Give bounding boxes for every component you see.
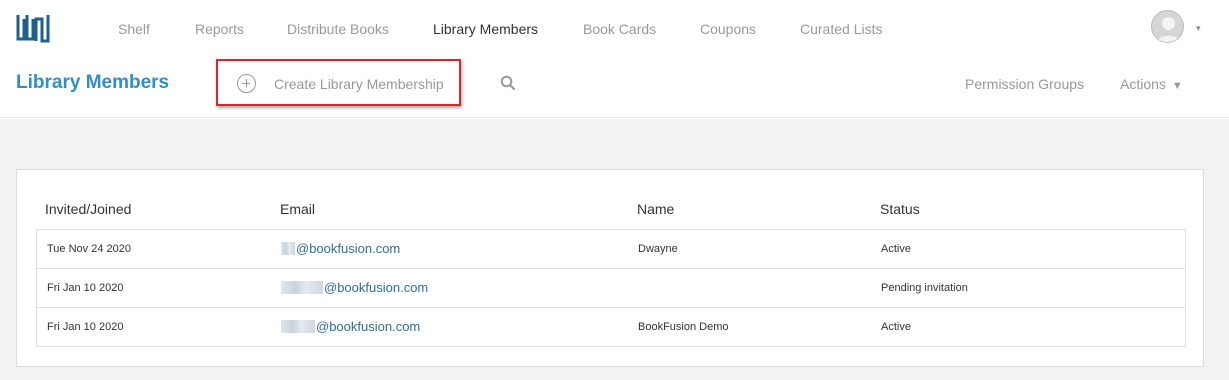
page-header: Library Members Create Library Membershi… — [0, 58, 1229, 118]
table-row[interactable]: Tue Nov 24 2020 @bookfusion.com Dwayne A… — [37, 230, 1185, 269]
members-table-card: Invited/Joined Email Name Status Tue Nov… — [16, 169, 1204, 367]
nav-coupons[interactable]: Coupons — [700, 0, 756, 58]
member-status: Active — [881, 243, 911, 255]
nav-reports[interactable]: Reports — [195, 0, 244, 58]
table-row[interactable]: Fri Jan 10 2020 @bookfusion.com BookFusi… — [37, 308, 1185, 347]
column-header-name: Name — [637, 201, 675, 217]
nav-book-cards[interactable]: Book Cards — [583, 0, 656, 58]
bookfusion-logo[interactable] — [15, 11, 51, 47]
caret-down-icon: ▼ — [1171, 80, 1183, 92]
plus-circle-icon — [237, 74, 256, 93]
invited-date: Fri Jan 10 2020 — [47, 282, 124, 294]
page-title: Library Members — [16, 72, 170, 93]
member-email[interactable]: @bookfusion.com — [281, 240, 400, 257]
redacted-email-blur — [281, 281, 323, 294]
member-email[interactable]: @bookfusion.com — [281, 279, 428, 296]
member-status: Active — [881, 321, 911, 333]
nav-distribute-books[interactable]: Distribute Books — [287, 0, 389, 58]
invited-date: Tue Nov 24 2020 — [47, 243, 131, 255]
table-row[interactable]: Fri Jan 10 2020 @bookfusion.com Pending … — [37, 269, 1185, 308]
redacted-email-blur — [281, 242, 295, 255]
create-library-membership-label: Create Library Membership — [274, 76, 444, 92]
column-header-email: Email — [280, 201, 316, 217]
member-email[interactable]: @bookfusion.com — [281, 318, 420, 335]
actions-dropdown[interactable]: Actions ▼ — [1120, 75, 1183, 95]
user-avatar-icon[interactable] — [1151, 10, 1184, 43]
column-header-invited-joined: Invited/Joined — [45, 201, 132, 217]
members-table-body: Tue Nov 24 2020 @bookfusion.com Dwayne A… — [36, 229, 1186, 347]
nav-curated-lists[interactable]: Curated Lists — [800, 0, 882, 58]
member-status: Pending invitation — [881, 282, 968, 294]
member-name: Dwayne — [638, 243, 678, 255]
user-menu-caret-icon[interactable]: ▾ — [1196, 20, 1201, 36]
invited-date: Fri Jan 10 2020 — [47, 321, 124, 333]
nav-shelf[interactable]: Shelf — [118, 0, 150, 58]
member-name: BookFusion Demo — [638, 321, 729, 333]
column-header-status: Status — [880, 201, 920, 217]
top-navigation: Shelf Reports Distribute Books Library M… — [0, 0, 1229, 58]
nav-library-members[interactable]: Library Members — [433, 0, 538, 58]
redacted-email-blur — [281, 320, 315, 333]
search-icon[interactable] — [500, 75, 516, 91]
permission-groups-link[interactable]: Permission Groups — [965, 75, 1084, 93]
create-library-membership-button[interactable]: Create Library Membership — [216, 59, 461, 106]
content-area: Invited/Joined Email Name Status Tue Nov… — [0, 119, 1229, 380]
actions-label: Actions — [1120, 76, 1166, 92]
